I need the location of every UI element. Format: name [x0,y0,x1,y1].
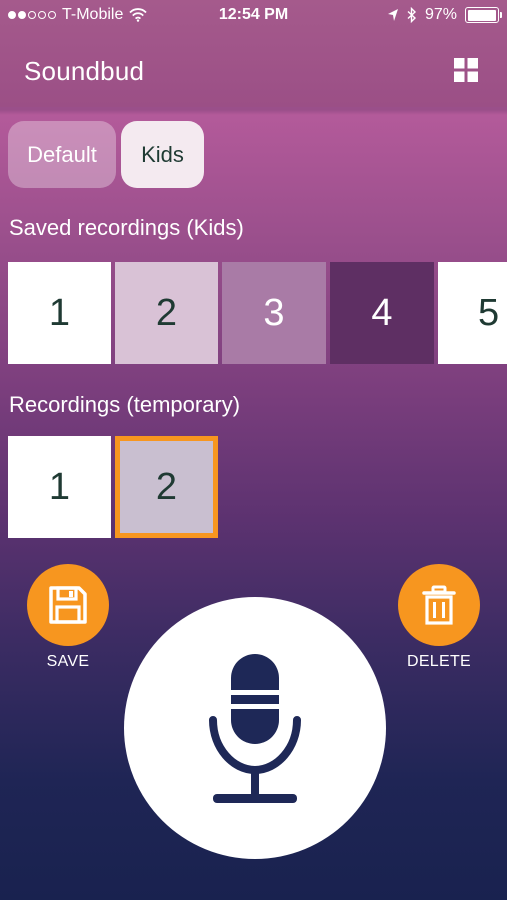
battery-percent: 97% [424,6,457,23]
saved-recording-label: 5 [478,291,500,334]
battery-icon [465,7,502,23]
grid-icon[interactable] [452,56,480,84]
tab-default-label: Default [27,141,97,167]
trash-icon [422,585,456,625]
bluetooth-icon [407,7,416,23]
saved-recording-5[interactable]: 5 [438,262,507,364]
record-button[interactable] [124,597,386,859]
saved-recording-label: 2 [155,291,178,334]
tab-kids[interactable]: Kids [121,121,204,188]
temporary-recording-label: 1 [48,465,71,508]
tab-kids-label: Kids [141,141,184,167]
microphone-icon [209,654,301,803]
status-right: 97% [387,6,502,24]
saved-recordings-heading: Saved recordings (Kids) [9,215,244,240]
temporary-recordings-heading: Recordings (temporary) [9,392,241,417]
battery-fill [467,9,496,21]
app-title: Soundbud [24,56,145,86]
location-icon [387,9,398,21]
temporary-recording-label: 2 [155,465,178,508]
delete-label: DELETE [406,653,472,670]
app-screen: T-Mobile 12:54 PM 97% Soundbud Default K… [0,0,507,900]
saved-recording-1[interactable]: 1 [8,262,111,364]
saved-recording-label: 1 [48,291,71,334]
saved-recording-label: 4 [371,291,393,334]
saved-recording-3[interactable]: 3 [222,262,326,364]
temporary-recording-2[interactable]: 2 [115,436,218,538]
floppy-disk-icon [49,586,87,624]
delete-button[interactable] [398,564,480,646]
top-bar: T-Mobile 12:54 PM 97% Soundbud [0,0,507,107]
save-label: SAVE [46,653,90,670]
saved-recording-label: 3 [263,291,285,334]
saved-recording-2[interactable]: 2 [115,262,218,364]
tab-default[interactable]: Default [8,121,116,188]
status-bar: T-Mobile 12:54 PM 97% [0,0,507,32]
temporary-recording-1[interactable]: 1 [8,436,111,538]
save-button[interactable] [27,564,109,646]
saved-recording-4[interactable]: 4 [330,262,434,364]
